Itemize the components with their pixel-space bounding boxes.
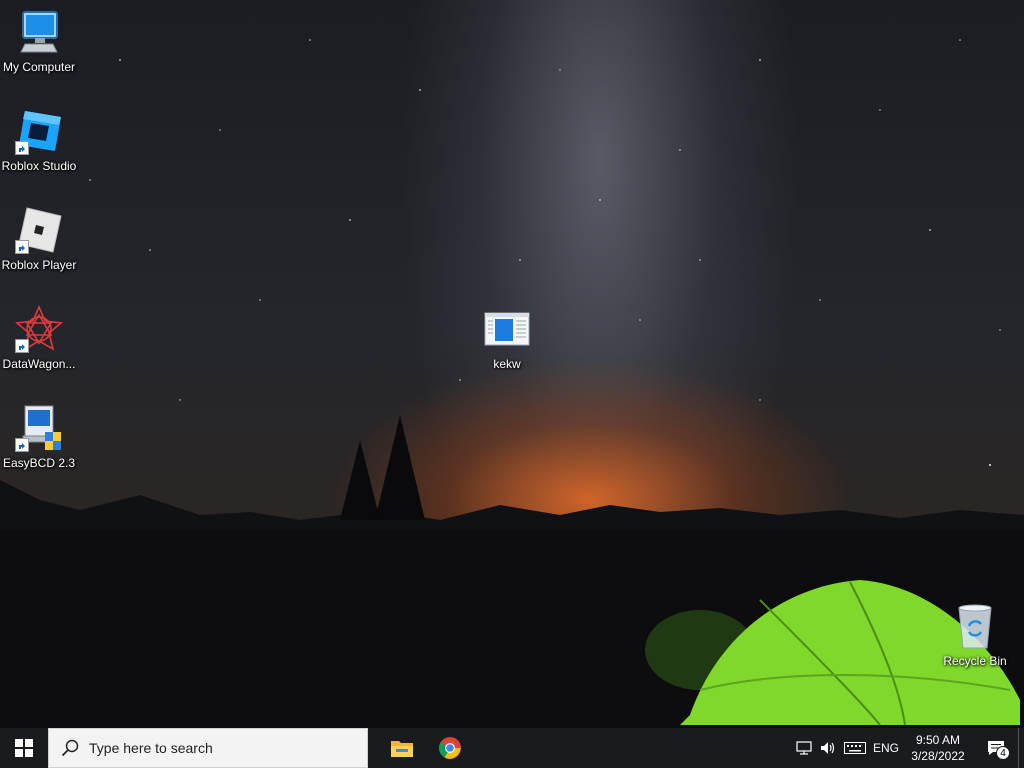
folder-icon: [391, 741, 413, 757]
notification-count-badge: 4: [996, 746, 1010, 760]
desktop-icon-datawagon[interactable]: DataWagon...: [0, 304, 78, 371]
roblox-studio-icon: [15, 107, 63, 155]
desktop-icon-roblox-player[interactable]: Roblox Player: [0, 206, 78, 272]
desktop-icon-label: Roblox Player: [1, 258, 77, 272]
roblox-player-icon: [15, 206, 63, 254]
desktop-icon-recycle-bin[interactable]: Recycle Bin: [936, 602, 1014, 668]
show-desktop-button[interactable]: [1018, 728, 1024, 768]
document-icon: [483, 305, 531, 353]
search-icon: [61, 739, 79, 757]
windows-logo-icon: [15, 739, 33, 757]
datawagon-icon: [15, 304, 63, 353]
action-center-button[interactable]: 4: [974, 728, 1018, 768]
clock[interactable]: 9:50 AM 3/28/2022: [902, 728, 974, 768]
search-placeholder: Type here to search: [89, 740, 213, 756]
clock-time: 9:50 AM: [915, 733, 961, 747]
easybcd-icon: [15, 404, 63, 452]
taskbar-app-file-explorer[interactable]: [378, 728, 426, 768]
stars: [89, 39, 1001, 467]
desktop-icon-label: kekw: [493, 357, 521, 371]
taskbar: Type here to search ENG 9:50 AM 3/28/202…: [0, 728, 1024, 768]
touch-keyboard-icon[interactable]: [840, 728, 870, 768]
shortcut-arrow-icon: [15, 438, 29, 452]
recycle-bin-icon: [951, 602, 999, 650]
shortcut-arrow-icon: [15, 339, 29, 353]
volume-icon[interactable]: [816, 728, 840, 768]
desktop-icon-easybcd[interactable]: EasyBCD 2.3: [0, 404, 78, 470]
shortcut-arrow-icon: [15, 240, 29, 254]
taskbar-search-box[interactable]: Type here to search: [48, 728, 368, 768]
chrome-icon: [439, 737, 461, 759]
system-tray: ENG 9:50 AM 3/28/2022 4: [792, 728, 1024, 768]
network-icon[interactable]: [792, 728, 816, 768]
desktop-icon-roblox-studio[interactable]: Roblox Studio: [0, 107, 78, 173]
desktop-icon-label: My Computer: [2, 60, 76, 74]
desktop-icon-kekw[interactable]: kekw: [468, 305, 546, 371]
input-language-indicator[interactable]: ENG: [870, 728, 902, 768]
desktop-icon-my-computer[interactable]: My Computer: [0, 8, 78, 74]
desktop-icon-label: DataWagon...: [2, 357, 76, 371]
shortcut-arrow-icon: [15, 141, 29, 155]
clock-date: 3/28/2022: [911, 749, 965, 763]
taskbar-app-chrome[interactable]: [426, 728, 474, 768]
start-button[interactable]: [0, 728, 48, 768]
monitor-icon: [15, 8, 63, 56]
desktop-icon-label: EasyBCD 2.3: [2, 456, 76, 470]
desktop-icon-label: Roblox Studio: [1, 159, 77, 173]
desktop-icon-label: Recycle Bin: [943, 654, 1007, 668]
